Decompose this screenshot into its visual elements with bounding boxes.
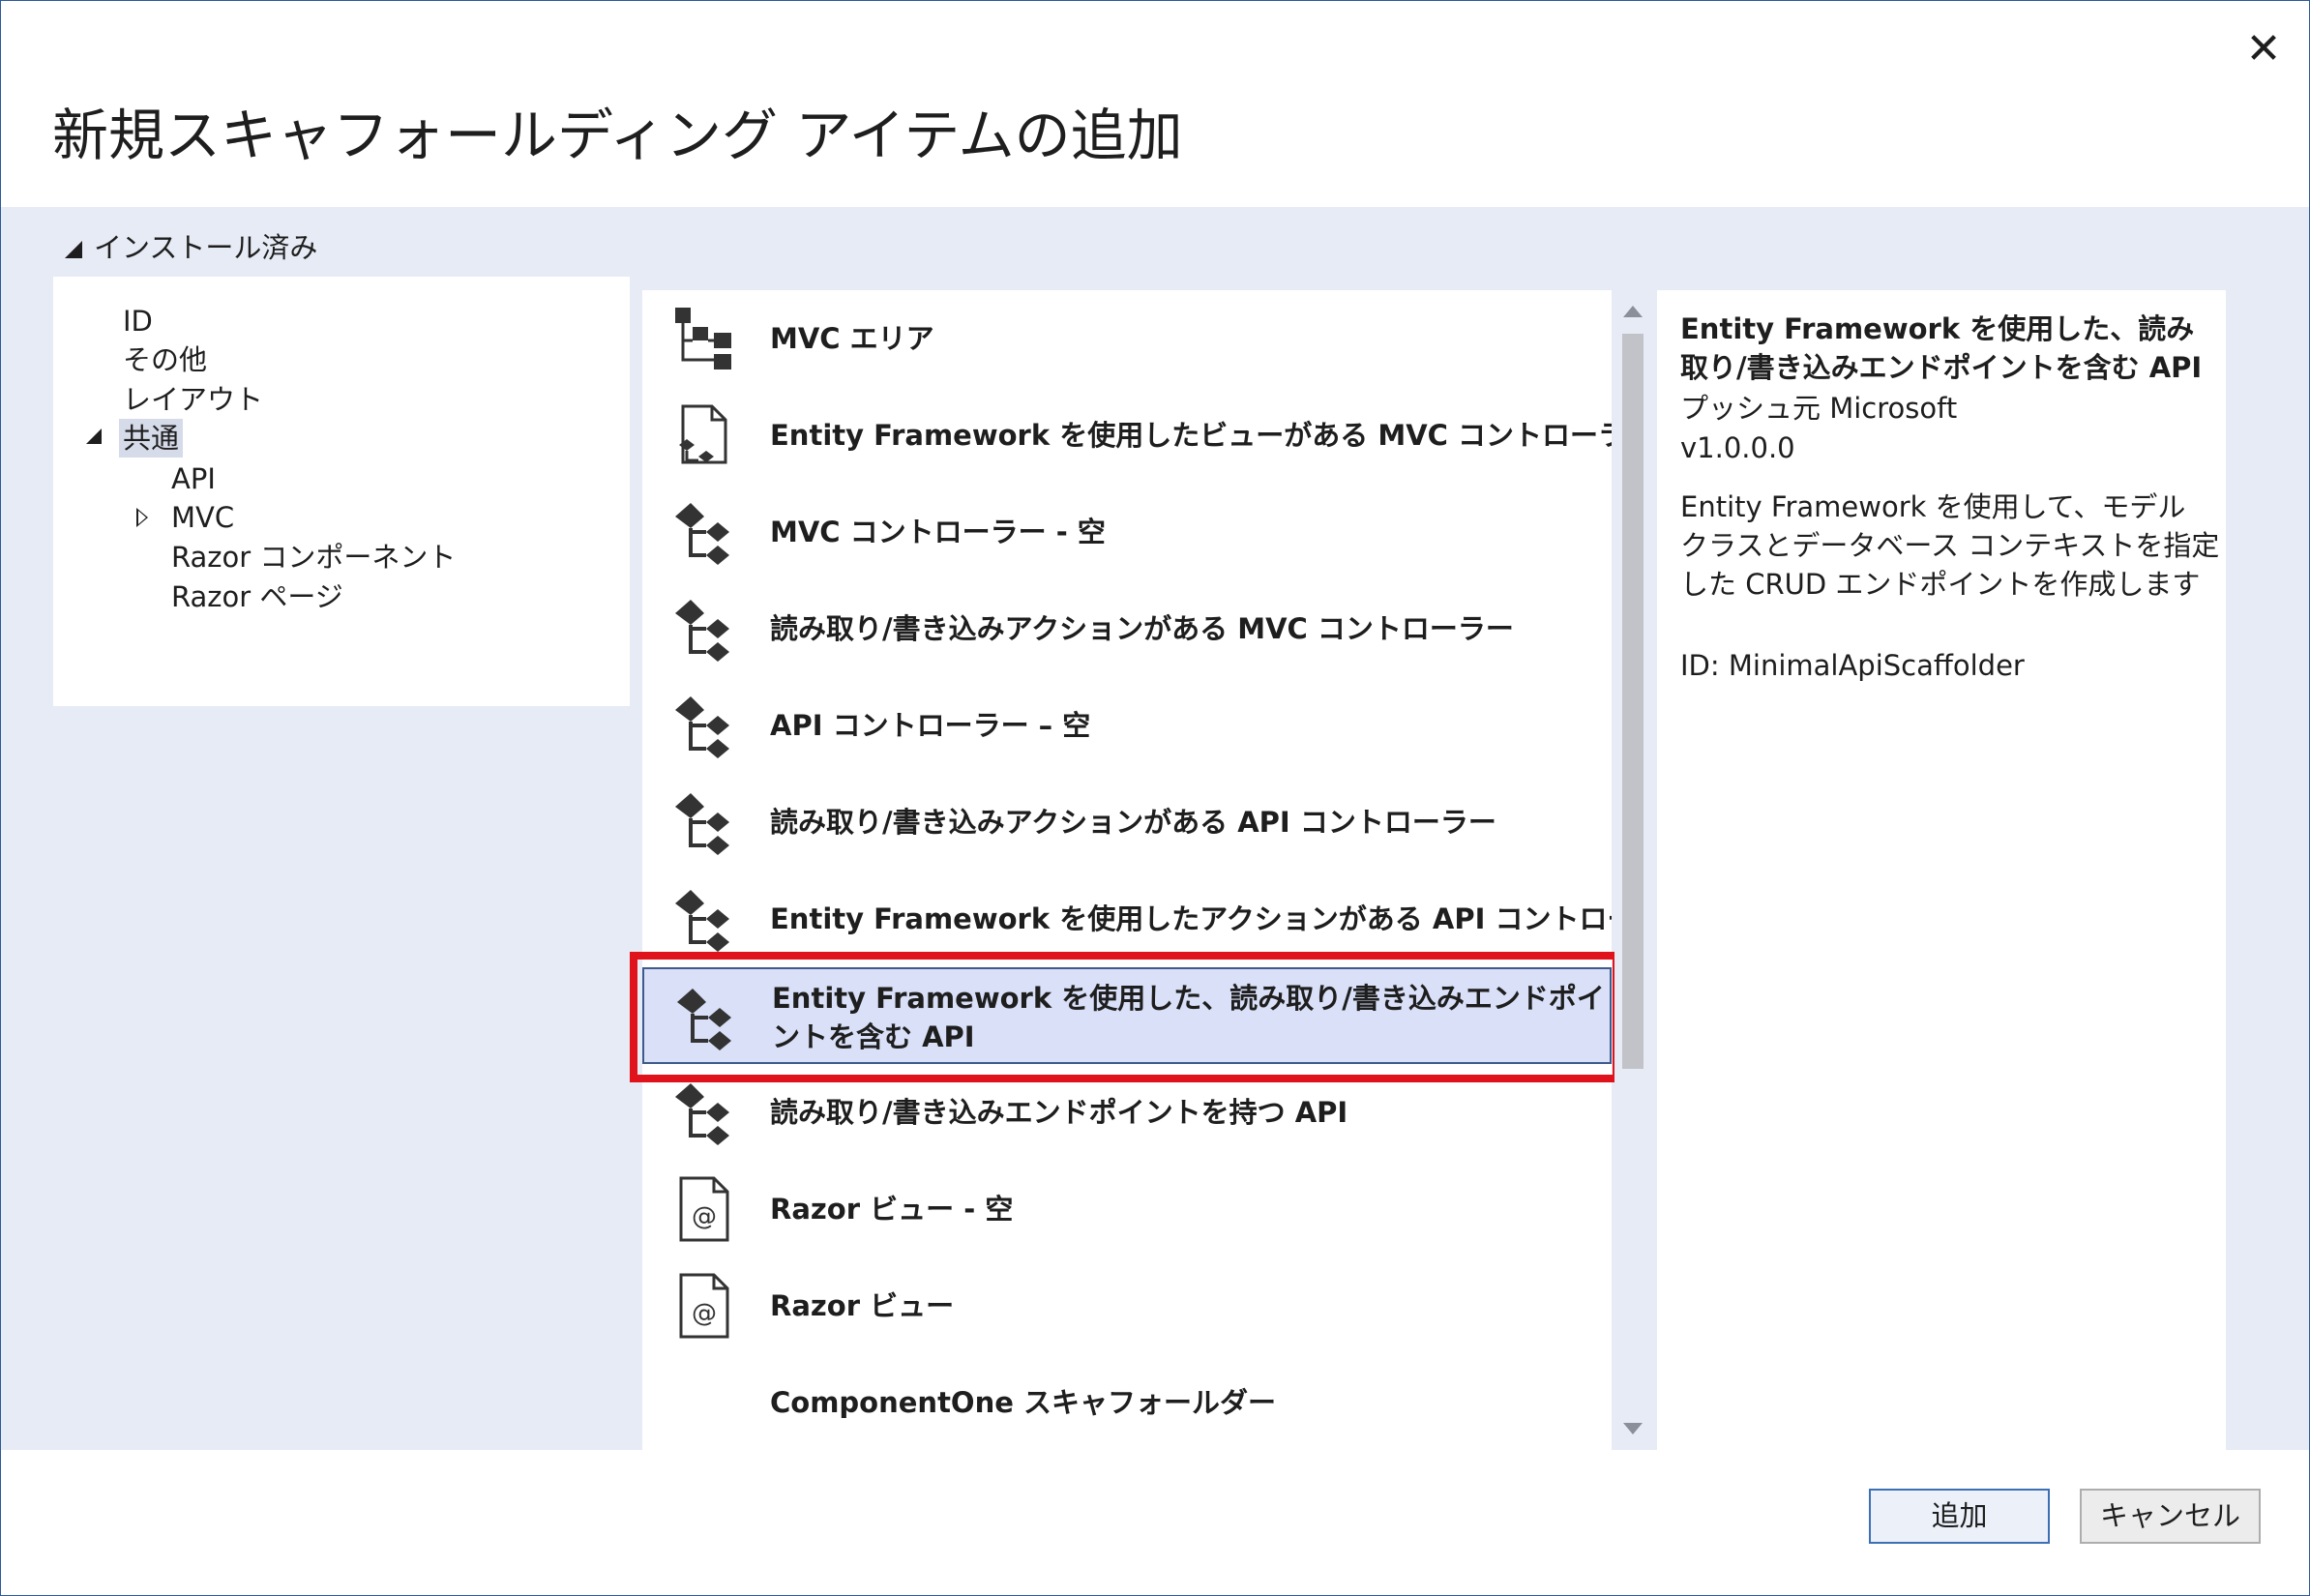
razor-view-icon: @ (679, 1176, 729, 1242)
tree-item-layout[interactable]: レイアウト (123, 380, 263, 419)
installed-header-label: インストール済み (94, 231, 318, 264)
expanded-triangle-icon[interactable] (86, 429, 102, 444)
list-item-label: Entity Framework を使用したビューがある MVC コントローラー (770, 419, 1612, 452)
add-button[interactable]: 追加 (1869, 1489, 2050, 1544)
template-list: MVC エリア Entity Framework を使用したビューがある MVC… (642, 290, 1612, 1450)
list-item-label: Entity Framework を使用した、読み取り/書き込みエンドポイントを… (772, 982, 1605, 1053)
svg-text:@: @ (692, 1299, 717, 1328)
list-item[interactable]: API コントローラー – 空 (642, 677, 1612, 774)
details-version: v1.0.0.0 (1680, 431, 1795, 464)
details-description: Entity Framework を使用して、モデル クラスとデータベース コン… (1680, 490, 2220, 601)
list-item-label: MVC コントローラー - 空 (770, 516, 1106, 548)
list-item-label: 読み取り/書き込みアクションがある MVC コントローラー (770, 612, 1514, 645)
tree-item-common[interactable]: 共通 (119, 419, 184, 458)
scroll-down-icon[interactable] (1623, 1423, 1643, 1434)
controller-icon (675, 696, 729, 758)
list-scrollbar[interactable] (1614, 290, 1649, 1450)
view-controller-icon (679, 404, 727, 464)
tree-item-id[interactable]: ID (123, 302, 153, 340)
list-item[interactable]: 読み取り/書き込みアクションがある API コントローラー (642, 774, 1612, 871)
list-item[interactable]: @ Razor ビュー - 空 (642, 1161, 1612, 1257)
svg-text:@: @ (692, 1202, 717, 1231)
list-item[interactable]: MVC エリア (642, 290, 1612, 387)
controller-icon (677, 989, 731, 1050)
area-icon (675, 308, 731, 369)
dialog-title: 新規スキャフォールディング アイテムの追加 (52, 103, 1183, 168)
list-item-label: 読み取り/書き込みアクションがある API コントローラー (770, 806, 1496, 839)
category-tree: ID その他 レイアウト 共通 API MVC Razor コンポーネント Ra… (53, 277, 630, 706)
controller-icon (675, 1083, 729, 1145)
list-item-label: MVC エリア (770, 322, 934, 355)
controller-icon (675, 890, 729, 952)
list-item-label: Razor ビュー - 空 (770, 1193, 1014, 1226)
list-item-label: Razor ビュー (770, 1289, 955, 1322)
controller-icon (675, 793, 729, 855)
tree-item-other[interactable]: その他 (123, 340, 207, 379)
details-title: Entity Framework を使用した、読み取り/書き込みエンドポイントを… (1680, 312, 2203, 384)
scroll-thumb[interactable] (1622, 334, 1644, 1069)
scroll-up-icon[interactable] (1623, 306, 1643, 317)
details-publisher: プッシュ元 Microsoft (1680, 392, 1958, 425)
list-item[interactable]: MVC コントローラー - 空 (642, 484, 1612, 580)
tree-item-api[interactable]: API (171, 459, 216, 498)
controller-icon (675, 503, 729, 565)
list-item-label: ComponentOne スキャフォールダー (770, 1386, 1276, 1419)
list-item[interactable]: Entity Framework を使用したビューがある MVC コントローラー (642, 387, 1612, 484)
controller-icon (675, 600, 729, 662)
add-scaffold-dialog: 新規スキャフォールディング アイテムの追加 ✕ インストール済み ID その他 … (0, 0, 2310, 1596)
tree-item-mvc[interactable]: MVC (171, 498, 234, 537)
collapsed-triangle-icon[interactable] (136, 508, 148, 527)
list-item[interactable]: Entity Framework を使用したアクションがある API コントロー… (642, 871, 1612, 967)
list-item-label: Entity Framework を使用したアクションがある API コントロー… (770, 902, 1612, 935)
details-id: ID: MinimalApiScaffolder (1680, 649, 2025, 682)
list-item[interactable]: @ Razor ビュー (642, 1257, 1612, 1354)
list-item[interactable]: 読み取り/書き込みエンドポイントを持つ API (642, 1064, 1612, 1161)
tree-item-razor-page[interactable]: Razor ページ (171, 577, 343, 616)
razor-view-icon: @ (679, 1273, 729, 1339)
list-item[interactable]: 読み取り/書き込みアクションがある MVC コントローラー (642, 580, 1612, 677)
list-item-label: API コントローラー – 空 (770, 709, 1091, 742)
list-item-selected[interactable]: Entity Framework を使用した、読み取り/書き込みエンドポイントを… (642, 967, 1612, 1064)
list-item[interactable]: ComponentOne スキャフォールダー (642, 1354, 1612, 1450)
list-item-label: 読み取り/書き込みエンドポイントを持つ API (770, 1096, 1348, 1129)
installed-header[interactable]: インストール済み (65, 225, 317, 266)
close-icon[interactable]: ✕ (2240, 26, 2287, 73)
details-panel: Entity Framework を使用した、読み取り/書き込みエンドポイントを… (1657, 290, 2226, 1450)
tree-item-razor-component[interactable]: Razor コンポーネント (171, 538, 456, 576)
cancel-button[interactable]: キャンセル (2080, 1489, 2261, 1544)
collapse-triangle-icon (65, 241, 82, 258)
